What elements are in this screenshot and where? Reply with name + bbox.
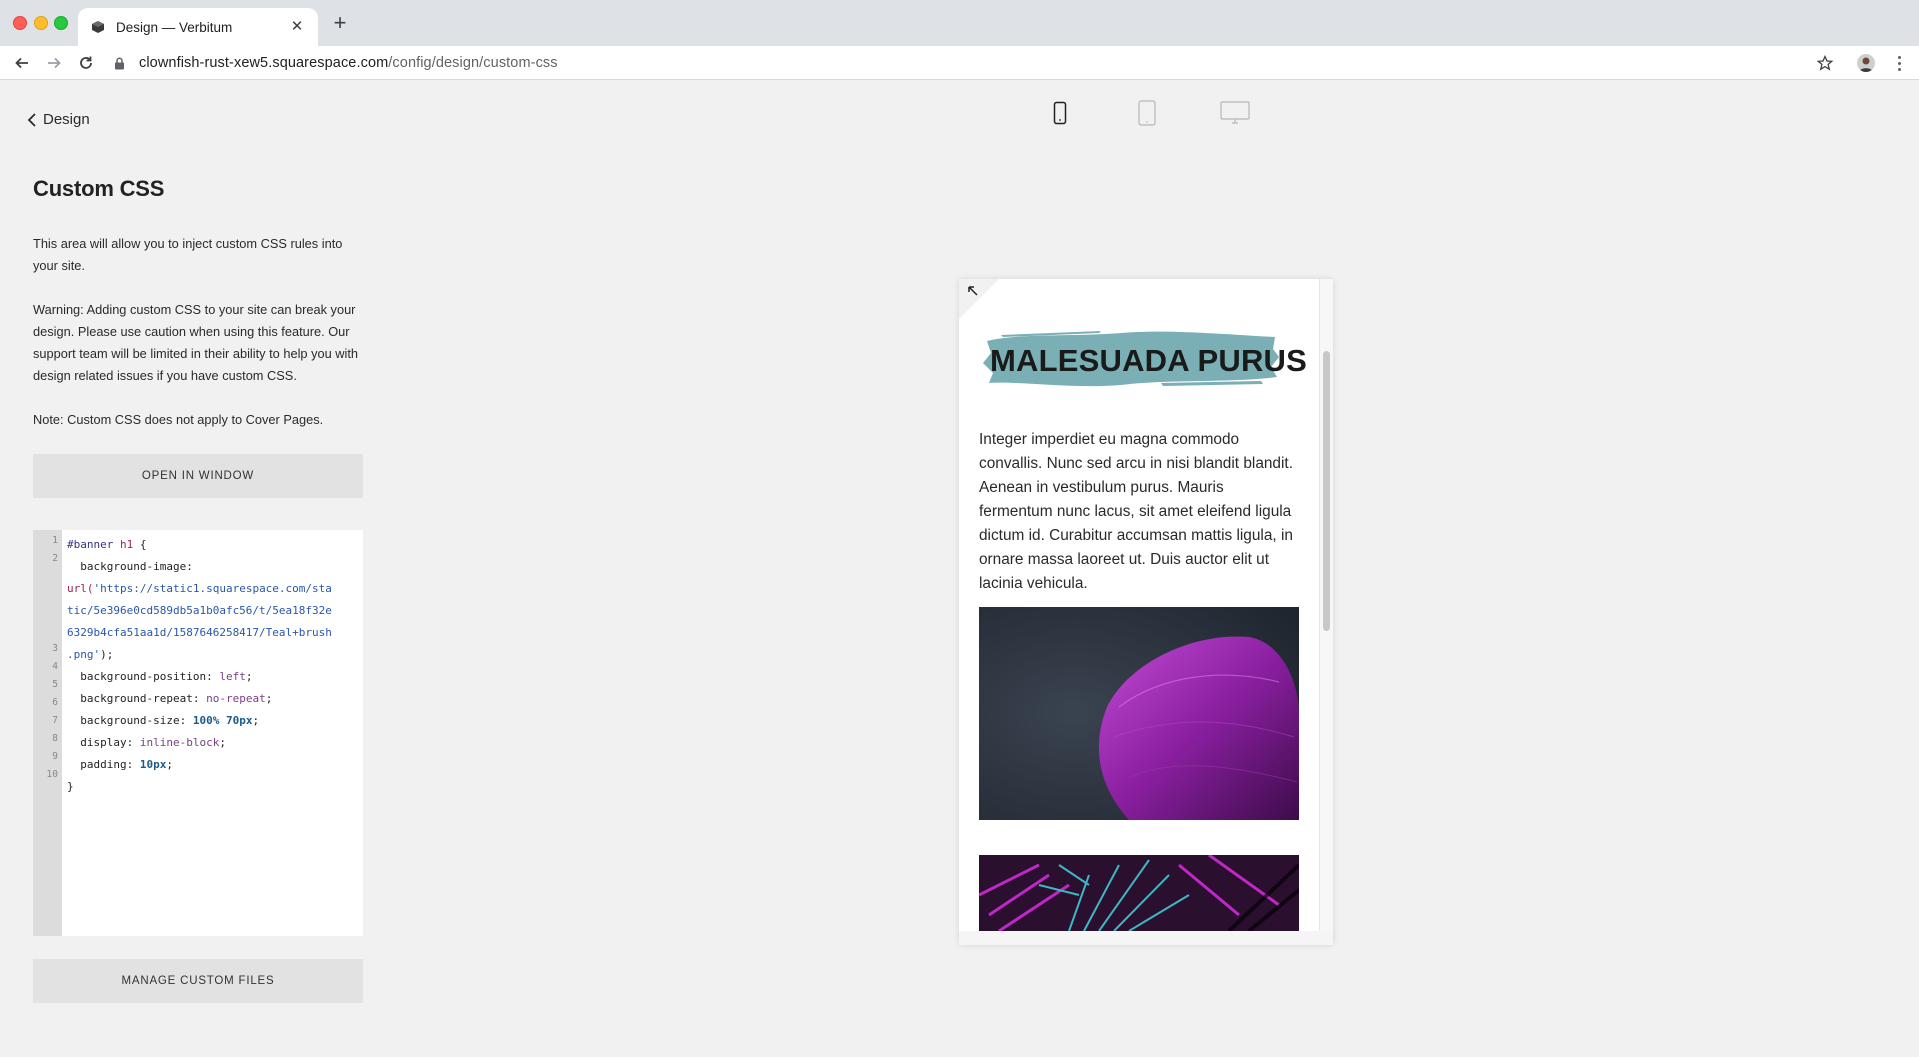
- line-number: 7: [52, 715, 58, 726]
- manage-custom-files-button[interactable]: MANAGE CUSTOM FILES: [33, 959, 363, 1003]
- code-line: background-position: left;: [80, 670, 253, 683]
- line-number: 10: [46, 769, 58, 780]
- squarespace-cube-icon: [90, 19, 106, 35]
- code-line: }: [67, 780, 74, 793]
- line-number: 9: [52, 751, 58, 762]
- zoom-window-button[interactable]: [54, 16, 68, 30]
- expand-arrow-icon[interactable]: [967, 284, 979, 296]
- desktop-view-icon[interactable]: [1220, 100, 1250, 126]
- browser-toolbar: clownfish-rust-xew5.squarespace.com/conf…: [0, 46, 1919, 80]
- browser-tab-bar: Design — Verbitum ✕ +: [0, 0, 1919, 46]
- code-line: background-size: 100% 70px;: [80, 714, 260, 727]
- code-line: background-repeat: no-repeat;: [80, 692, 273, 705]
- forward-arrow-icon[interactable]: [43, 52, 65, 74]
- reload-icon[interactable]: [75, 52, 97, 74]
- tablet-view-icon[interactable]: [1137, 100, 1157, 126]
- code-line: .png');: [67, 648, 114, 661]
- profile-avatar[interactable]: [1857, 54, 1875, 72]
- line-number: 5: [52, 679, 58, 690]
- code-line: display: inline-block;: [80, 736, 226, 749]
- open-in-window-button[interactable]: OPEN IN WINDOW: [33, 454, 363, 498]
- browser-menu-icon[interactable]: [1893, 53, 1905, 73]
- back-to-design-link[interactable]: Design: [27, 111, 90, 128]
- purple-leaf-image[interactable]: [979, 607, 1299, 820]
- code-line: padding: 10px;: [80, 758, 173, 771]
- preview-bottom-bar: [959, 931, 1333, 945]
- line-number: 6: [52, 697, 58, 708]
- tab-close-icon[interactable]: ✕: [288, 18, 306, 36]
- line-number: 1: [52, 535, 58, 546]
- mobile-view-icon[interactable]: [1050, 100, 1070, 126]
- page-title: Custom CSS: [33, 176, 165, 201]
- chevron-left-icon: [27, 112, 37, 128]
- close-window-button[interactable]: [13, 16, 27, 30]
- code-line: background-image:: [80, 560, 193, 573]
- url-host: clownfish-rust-xew5.squarespace.com: [139, 55, 389, 71]
- lock-icon: [112, 56, 126, 70]
- warning-text: Warning: Adding custom CSS to your site …: [33, 302, 359, 383]
- preview-corner: [959, 279, 999, 319]
- minimize-window-button[interactable]: [34, 16, 48, 30]
- line-number-gutter: 1 2 3 4 5 6 7 8 9 10: [33, 530, 62, 936]
- url-path: /config/design/custom-css: [388, 55, 558, 71]
- code-line: tic/5e396e0cd589db5a1b0afc56/t/5ea18f32e: [67, 604, 332, 617]
- custom-css-panel: Design Custom CSS This area will allow y…: [0, 80, 390, 1057]
- line-number: 8: [52, 733, 58, 744]
- browser-tab[interactable]: Design — Verbitum ✕: [78, 8, 318, 46]
- address-bar[interactable]: clownfish-rust-xew5.squarespace.com/conf…: [112, 51, 1792, 75]
- site-heading: MALESUADA PURUS: [990, 343, 1308, 378]
- code-line: #banner h1 {: [67, 538, 147, 551]
- preview-scrollbar-thumb[interactable]: [1323, 351, 1330, 631]
- back-link-label: Design: [43, 111, 90, 128]
- tropical-leaves-image[interactable]: [979, 855, 1299, 931]
- line-number: 3: [52, 643, 58, 654]
- tab-title: Design — Verbitum: [116, 19, 233, 35]
- site-body-text: Integer imperdiet eu magna commodo conva…: [979, 431, 1293, 592]
- bookmark-star-icon[interactable]: [1815, 53, 1835, 73]
- code-area[interactable]: #banner h1 { background-image: url('http…: [62, 530, 363, 936]
- new-tab-button[interactable]: +: [328, 12, 352, 36]
- line-number: 4: [52, 661, 58, 672]
- site-preview-frame[interactable]: MALESUADA PURUS Integer imperdiet eu mag…: [959, 279, 1333, 945]
- line-number: 2: [52, 553, 58, 564]
- back-arrow-icon[interactable]: [11, 52, 33, 74]
- css-code-editor[interactable]: 1 2 3 4 5 6 7 8 9 10 #banner h1 { backgr…: [33, 530, 363, 936]
- code-line: 6329b4cfa51aa1d/1587646258417/Teal+brush: [67, 626, 332, 639]
- note-text: Note: Custom CSS does not apply to Cover…: [33, 412, 324, 427]
- code-line: url('https://static1.squarespace.com/sta: [67, 582, 332, 595]
- description-text: This area will allow you to inject custo…: [33, 236, 343, 273]
